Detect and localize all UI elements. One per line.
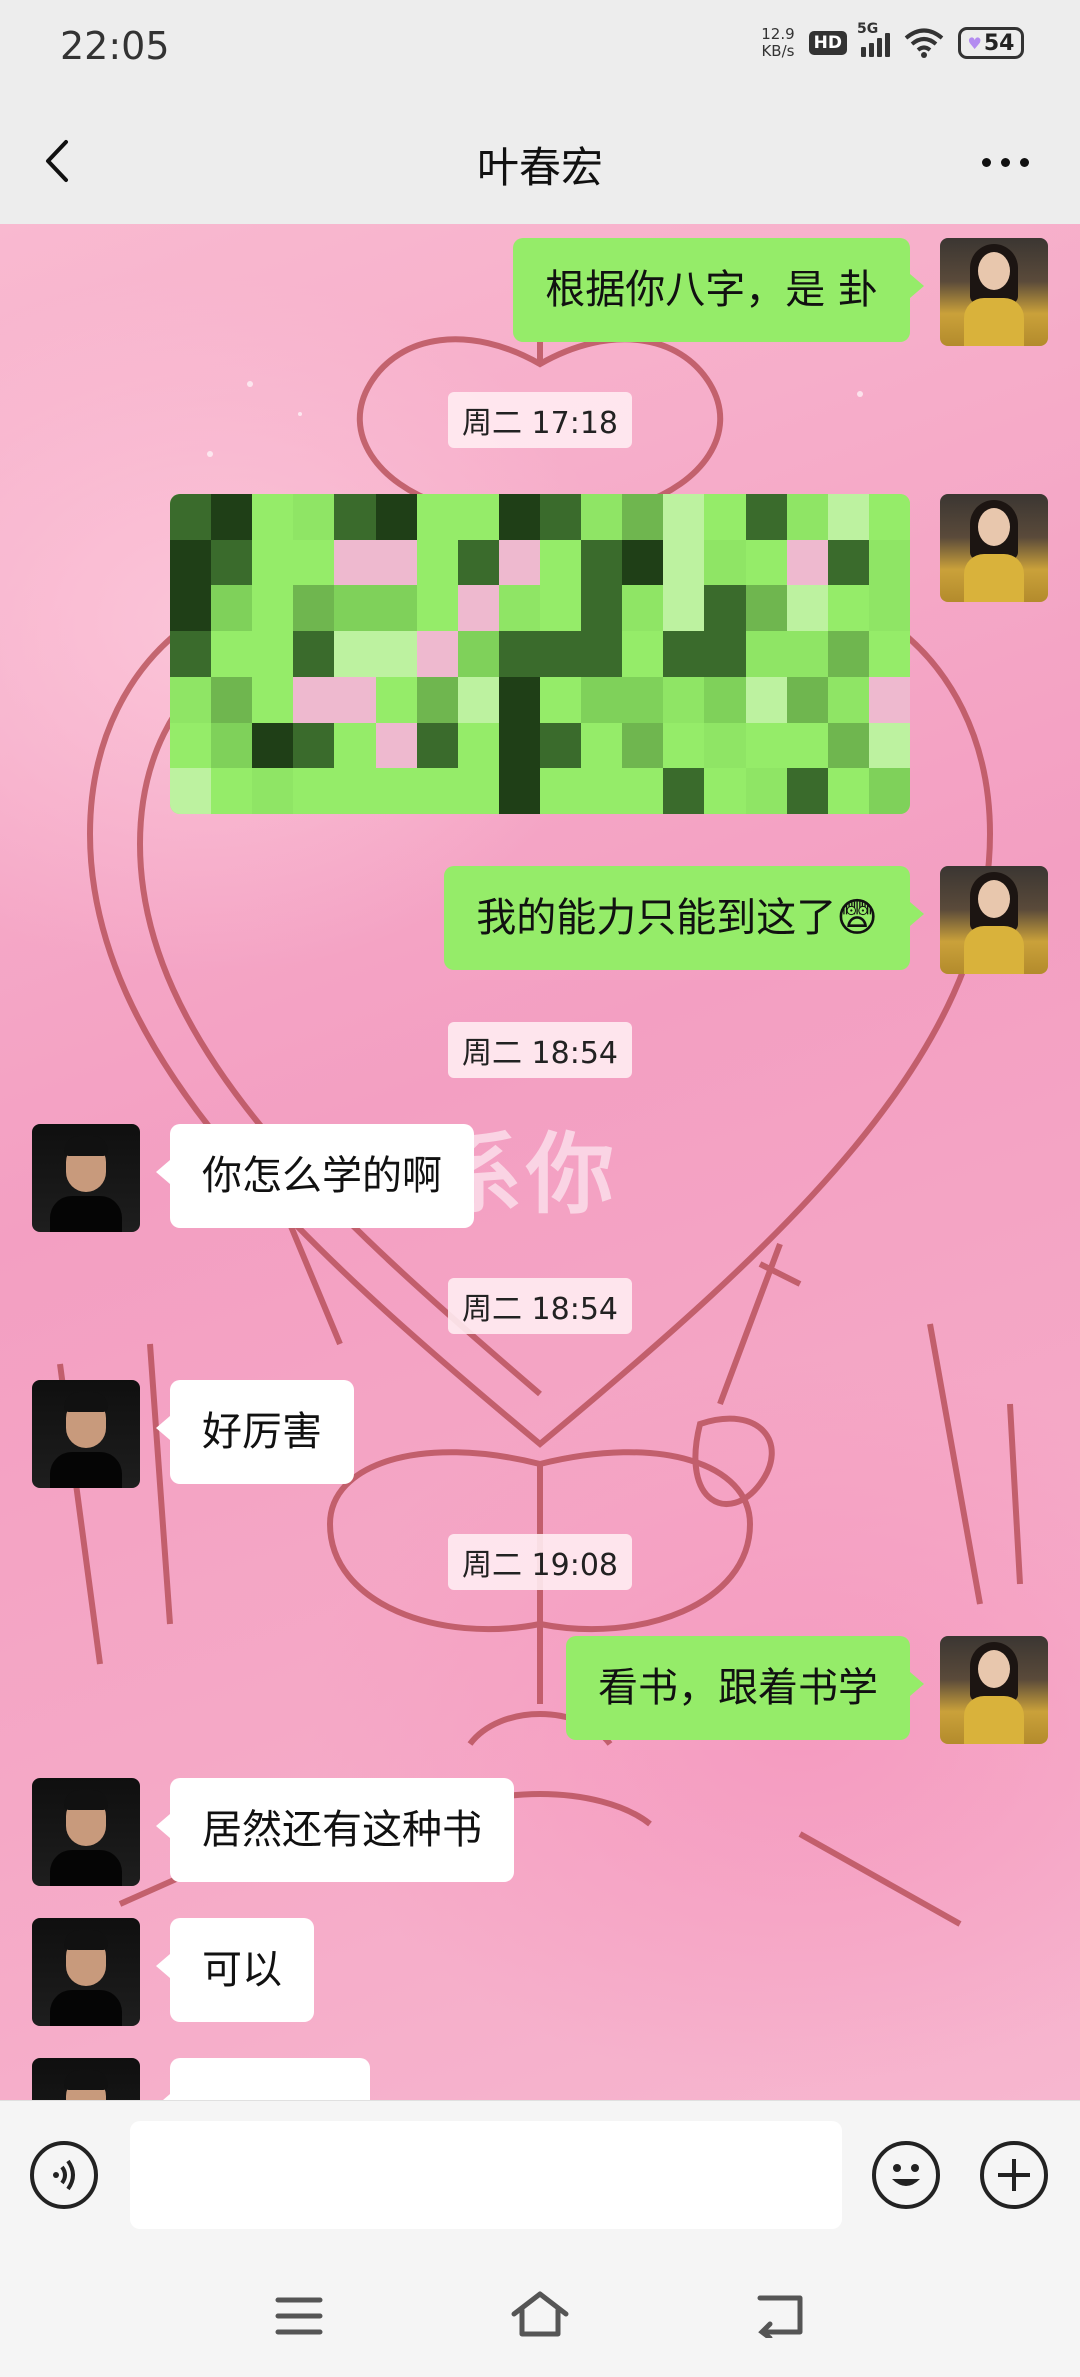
net-speed-unit: KB/s <box>761 42 795 60</box>
emoji-button[interactable] <box>872 2141 940 2209</box>
message-bubble-mine[interactable]: 根据你八字，是 卦 <box>513 238 924 342</box>
chat-header: 叶春宏 <box>0 100 1080 224</box>
status-time: 22:05 <box>60 24 170 68</box>
plus-icon <box>998 2159 1030 2191</box>
more-options-icon[interactable] <box>982 142 1042 182</box>
message-bubble-theirs[interactable]: 可以 <box>156 1918 314 2022</box>
pixelated-message-bubble[interactable] <box>170 494 910 814</box>
timestamp: 周二 18:54 <box>0 1022 1080 1078</box>
heart-icon: ♥ <box>967 33 982 53</box>
message-bubble-theirs[interactable]: 好厉害 <box>156 1380 354 1484</box>
voice-button[interactable] <box>30 2141 98 2209</box>
message-bubble-theirs[interactable]: 居然还有这种书 <box>156 1778 514 1882</box>
timestamp: 周二 18:54 <box>0 1278 1080 1334</box>
message-bubble-theirs[interactable]: 你怎么学的啊 <box>156 1124 474 1228</box>
back-nav-icon[interactable] <box>754 2292 808 2338</box>
emoji-icon <box>892 2164 920 2186</box>
battery-icon: ♥ 54 <box>958 27 1024 59</box>
timestamp: 周二 17:18 <box>0 392 1080 448</box>
chat-title: 叶春宏 <box>476 143 603 192</box>
message-input[interactable] <box>130 2121 842 2229</box>
message-bubble-mine[interactable]: 我的能力只能到这了😨 <box>444 866 924 970</box>
my-avatar[interactable] <box>940 238 1048 346</box>
menu-icon[interactable] <box>274 2294 324 2338</box>
timestamp: 周二 19:08 <box>0 1534 1080 1590</box>
my-avatar[interactable] <box>940 866 1048 974</box>
message-bubble-mine[interactable]: 看书，跟着书学 <box>566 1636 924 1740</box>
contact-avatar[interactable] <box>32 1778 140 1886</box>
status-bar: 22:05 12.9 KB/s HD 5G ♥ 54 <box>0 0 1080 100</box>
contact-avatar[interactable] <box>32 1124 140 1232</box>
net-speed-value: 12.9 <box>761 25 795 43</box>
my-avatar[interactable] <box>940 1636 1048 1744</box>
voice-icon <box>53 2159 75 2191</box>
chat-area[interactable]: 动联系你 根据你八字，是 卦 周二 17:18 我的能力只能到这了😨 周二 18… <box>0 224 1080 2100</box>
input-bar <box>0 2100 1080 2251</box>
my-avatar[interactable] <box>940 494 1048 602</box>
wifi-icon <box>904 28 944 58</box>
hd-badge: HD <box>808 31 847 55</box>
cellular-signal-icon: 5G <box>857 21 890 57</box>
plus-button[interactable] <box>980 2141 1048 2209</box>
status-icons: 12.9 KB/s HD 5G ♥ 54 <box>761 21 1024 60</box>
signal-label: 5G <box>857 21 879 37</box>
system-nav-bar <box>0 2250 1080 2377</box>
battery-level: 54 <box>983 30 1015 56</box>
message-bubble-theirs[interactable] <box>156 2058 370 2100</box>
contact-avatar[interactable] <box>32 2058 140 2100</box>
contact-avatar[interactable] <box>32 1918 140 2026</box>
net-speed: 12.9 KB/s <box>761 26 794 60</box>
home-icon[interactable] <box>510 2290 570 2338</box>
contact-avatar[interactable] <box>32 1380 140 1488</box>
